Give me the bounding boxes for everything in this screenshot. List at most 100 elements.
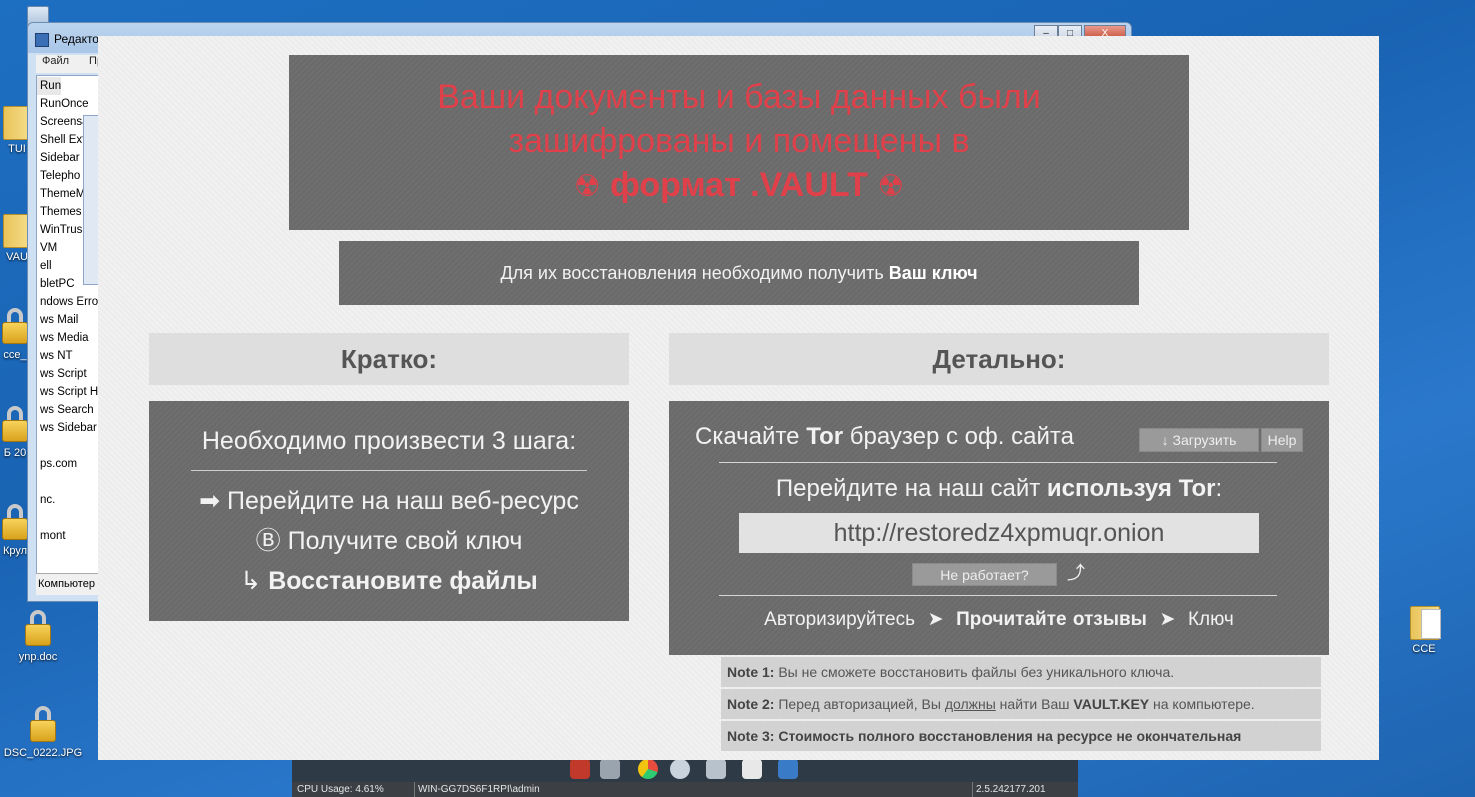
- window-title: Редакто: [54, 32, 99, 46]
- menu-bar: Файл Пр: [36, 55, 106, 73]
- tree-item[interactable]: RunOnce: [37, 95, 99, 113]
- lock-icon: [26, 704, 60, 744]
- hook-arrow-icon: ↳: [240, 567, 262, 595]
- desktop-icon-label: DSC_0222.JPG: [3, 747, 83, 759]
- note-text: Перед авторизацией, Вы: [774, 696, 945, 712]
- tree-item[interactable]: ws Mail: [37, 311, 99, 329]
- tool-icon-4[interactable]: [670, 759, 690, 779]
- step-2-text: Получите свой ключ: [287, 527, 523, 555]
- visit-prefix: Перейдите на наш сайт: [775, 475, 1047, 502]
- tree-item[interactable]: nc.: [37, 491, 99, 509]
- radiation-icon: ☢: [877, 170, 905, 203]
- tool-icon-7[interactable]: [778, 759, 798, 779]
- note-text: Стоимость полного восстановления на ресу…: [774, 728, 1242, 744]
- onion-url-field[interactable]: http://restoredz4xpmuqr.onion: [739, 513, 1259, 553]
- tree-item[interactable]: Run: [37, 77, 62, 95]
- step-2: Ⓑ Получите свой ключ: [149, 521, 629, 561]
- system-status-strip: CPU Usage: 4.61% WIN-GG7DS6F1RPI\admin 2…: [292, 782, 1078, 797]
- visit-suffix: :: [1215, 475, 1223, 502]
- not-working-button[interactable]: Не работает?: [912, 563, 1057, 586]
- arrow-icon: ➤: [927, 609, 944, 630]
- subhead-text: Для их восстановления необходимо получит…: [500, 263, 889, 283]
- download-button[interactable]: ↓ Загрузить: [1139, 428, 1259, 452]
- version-label: 2.5.242177.201: [976, 784, 1046, 795]
- visit-row: Перейдите на наш сайт используя Tor:: [669, 475, 1329, 503]
- tree-item[interactable]: [37, 509, 99, 527]
- tree-item[interactable]: ws Script Ho: [37, 383, 99, 401]
- host-user: WIN-GG7DS6F1RPI\admin: [418, 784, 540, 795]
- vault-key-label: VAULT.KEY: [1073, 696, 1150, 712]
- note-1: Note 1: Вы не сможете восстановить файлы…: [721, 657, 1321, 687]
- tool-icon-2[interactable]: [600, 759, 620, 779]
- download-suffix: браузер с оф. сайта: [843, 423, 1074, 450]
- steps-title: Необходимо произвести 3 шага:: [201, 427, 577, 455]
- subhead-key: Ваш ключ: [888, 263, 978, 283]
- tree-item[interactable]: ws Script: [37, 365, 99, 383]
- tree-item[interactable]: ndows Error: [37, 293, 99, 311]
- headline-line-3: ☢ формат .VAULT ☢: [289, 163, 1189, 209]
- note-label: Note 2:: [727, 696, 775, 712]
- desktop-icon-cce-folder[interactable]: CCE: [1389, 600, 1459, 655]
- visit-bold: используя Tor: [1046, 475, 1216, 502]
- help-button[interactable]: Help: [1261, 428, 1303, 452]
- download-prefix: Скачайте: [695, 423, 807, 450]
- note-text: на компьютере.: [1149, 696, 1255, 712]
- subhead-panel: Для их восстановления необходимо получит…: [339, 241, 1139, 305]
- step-1-text: Перейдите на наш веб-ресурс: [227, 487, 579, 515]
- note-underline: должны: [944, 696, 996, 712]
- process-steps: Авторизируйтесь ➤ Прочитайте отзывы ➤ Кл…: [669, 608, 1329, 631]
- download-tor: Tor: [806, 423, 844, 450]
- tree-item[interactable]: ws Sidebar: [37, 419, 99, 437]
- step-authorize: Авторизируйтесь: [764, 609, 916, 630]
- toolbar-strip: [292, 758, 1078, 782]
- headline-panel: Ваши документы и базы данных были зашифр…: [289, 55, 1189, 230]
- step-1: ➡ Перейдите на наш веб-ресурс: [149, 481, 629, 521]
- circled-b-icon: Ⓑ: [255, 527, 281, 555]
- tool-icon-5[interactable]: [706, 759, 726, 779]
- arrow-right-icon: ➡: [199, 487, 221, 515]
- note-2: Note 2: Перед авторизацией, Вы должны на…: [721, 689, 1321, 719]
- desktop-icon-label: CCE: [1412, 643, 1436, 655]
- desktop-icon-ynp-doc[interactable]: ynp.doc: [3, 608, 73, 663]
- note-text: найти Ваш: [995, 696, 1074, 712]
- divider: [719, 595, 1277, 596]
- download-row: Скачайте Tor браузер с оф. сайта: [695, 423, 1074, 451]
- tool-icon-1[interactable]: [570, 759, 590, 779]
- regedit-app-icon: [35, 33, 49, 47]
- tree-item[interactable]: [37, 473, 99, 491]
- brief-panel: Необходимо произвести 3 шага: ➡ Перейдит…: [149, 401, 629, 621]
- tool-icon-6[interactable]: [742, 759, 762, 779]
- tree-item[interactable]: [37, 437, 99, 455]
- tree-item[interactable]: ws NT: [37, 347, 99, 365]
- desktop-icon-label: ynp.doc: [18, 651, 58, 663]
- tree-item[interactable]: ps.com: [37, 455, 99, 473]
- step-3-text: Восстановите файлы: [268, 567, 538, 595]
- tree-item[interactable]: ws Search: [37, 401, 99, 419]
- detail-panel: Скачайте Tor браузер с оф. сайта ↓ Загру…: [669, 401, 1329, 655]
- tree-item[interactable]: mont: [37, 527, 99, 545]
- divider: [191, 470, 587, 471]
- note-3: Note 3: Стоимость полного восстановления…: [721, 721, 1321, 751]
- note-label: Note 3:: [727, 728, 775, 744]
- arrow-icon: ➤: [1159, 609, 1176, 630]
- note-text: Вы не сможете восстановить файлы без уни…: [774, 664, 1175, 680]
- note-label: Note 1:: [727, 664, 775, 680]
- step-3: ↳ Восстановите файлы: [149, 561, 629, 601]
- desktop-icon-dsc-jpg[interactable]: DSC_0222.JPG: [3, 704, 83, 759]
- curved-arrow-icon: ⤴: [1067, 563, 1085, 583]
- tree-item[interactable]: ws Media: [37, 329, 99, 347]
- regedit-statusbar: Компьютер: [36, 573, 100, 595]
- step-key: Ключ: [1187, 609, 1234, 630]
- headline-line-1: Ваши документы и базы данных были: [437, 78, 1041, 116]
- tool-icon-3[interactable]: [638, 759, 658, 779]
- menu-file[interactable]: Файл: [42, 55, 69, 67]
- headline-format: формат .VAULT: [610, 166, 868, 204]
- folder-icon: [1407, 600, 1441, 640]
- headline-line-2: зашифрованы и помещены в: [508, 122, 970, 160]
- ransom-page: Ваши документы и базы данных были зашифр…: [98, 36, 1379, 760]
- brief-header: Кратко:: [149, 333, 629, 385]
- step-reviews: Прочитайте отзывы: [956, 609, 1147, 630]
- divider: [719, 462, 1277, 463]
- lock-icon: [21, 608, 55, 648]
- detail-header: Детально:: [669, 333, 1329, 385]
